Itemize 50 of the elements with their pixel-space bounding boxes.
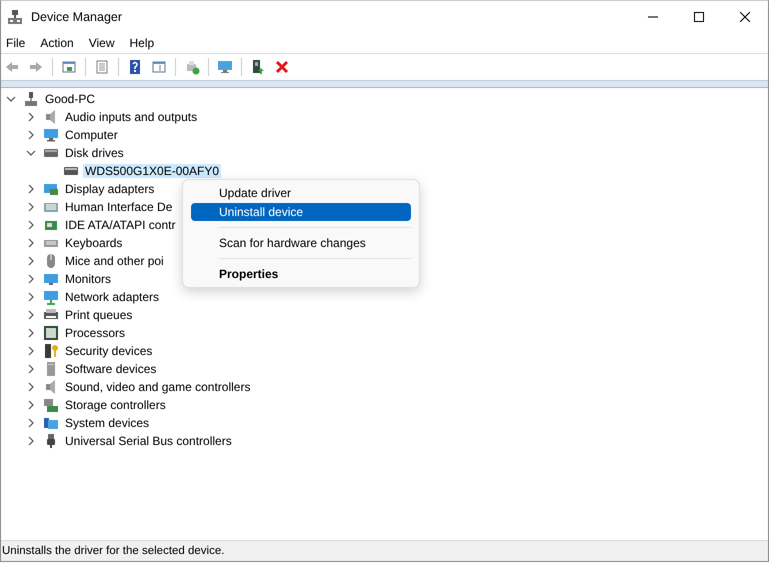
tree-item[interactable]: System devices [63, 416, 152, 430]
menu-item[interactable]: View [86, 36, 122, 50]
help-icon[interactable] [127, 59, 143, 75]
monitor-icon[interactable] [217, 59, 233, 75]
tree-item[interactable]: Processors [63, 326, 128, 340]
maximize-button[interactable] [694, 12, 704, 22]
list-icon[interactable] [94, 59, 110, 75]
tree-item[interactable]: Security devices [63, 344, 154, 358]
window-icon[interactable] [151, 59, 167, 75]
tree-item[interactable]: Universal Serial Bus controllers [63, 434, 234, 448]
tree-item[interactable]: IDE ATA/ATAPI contr [63, 218, 178, 232]
tree-item[interactable]: Good-PC [43, 92, 98, 106]
key-icon [43, 343, 59, 359]
window-icon[interactable] [61, 59, 77, 75]
tree-item[interactable]: Display adapters [63, 182, 156, 196]
close-button[interactable] [740, 12, 750, 22]
tree-item[interactable]: Network adapters [63, 290, 162, 304]
menu-item[interactable]: Update driver [191, 184, 411, 202]
menu-item[interactable]: Scan for hardware changes [191, 234, 411, 252]
device-icon[interactable] [250, 59, 266, 75]
tree-item[interactable]: WDS500G1X0E-00AFY0 [83, 164, 222, 178]
printer-icon[interactable] [184, 59, 200, 75]
display-card-icon [43, 181, 59, 197]
tree-item[interactable]: Sound, video and game controllers [63, 380, 252, 394]
tree-item[interactable]: Computer [63, 128, 120, 142]
tree-item[interactable]: Storage controllers [63, 398, 168, 412]
tree-item[interactable]: Mice and other poi [63, 254, 166, 268]
menu-item[interactable]: File [3, 36, 32, 50]
app-icon [7, 8, 23, 24]
menu-item[interactable]: Properties [191, 265, 411, 283]
folder-icon [43, 415, 59, 431]
tree-item[interactable]: Monitors [63, 272, 114, 286]
menu-item[interactable]: Help [126, 36, 162, 50]
tree-item[interactable]: Audio inputs and outputs [63, 110, 200, 124]
tree-item[interactable]: Disk drives [63, 146, 126, 160]
storage-icon [43, 397, 59, 413]
menu-item[interactable]: Action [37, 36, 81, 50]
delete-icon[interactable] [274, 59, 290, 75]
tree-item[interactable]: Keyboards [63, 236, 124, 250]
tree-item[interactable]: Software devices [63, 362, 158, 376]
tree-item[interactable]: Print queues [63, 308, 134, 322]
tree-item[interactable]: Human Interface De [63, 200, 174, 214]
computer-icon [23, 91, 39, 107]
monitor-icon [43, 127, 59, 143]
window-title: Device Manager [31, 10, 124, 24]
chip-icon [43, 325, 59, 341]
monitor-icon [43, 271, 59, 287]
network-icon [43, 289, 59, 305]
menu-item[interactable]: Uninstall device [191, 203, 411, 221]
status-text: Uninstalls the driver for the selected device. [2, 545, 224, 557]
